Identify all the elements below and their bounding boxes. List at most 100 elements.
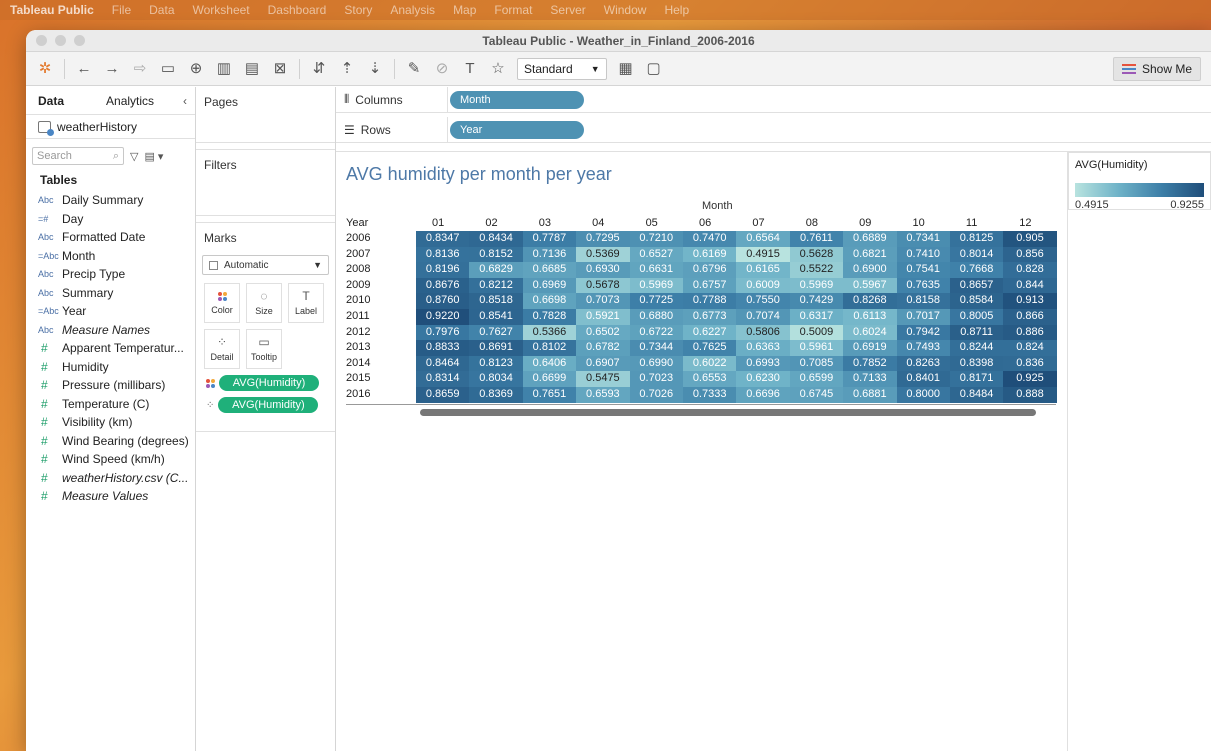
- heatmap-cell[interactable]: 0.5921: [576, 308, 630, 325]
- heatmap-cell[interactable]: 0.8659: [416, 386, 470, 403]
- datasource-item[interactable]: weatherHistory: [26, 115, 195, 139]
- heatmap-cell[interactable]: 0.7942: [896, 324, 950, 341]
- heatmap-cell[interactable]: 0.5475: [576, 371, 630, 387]
- heatmap-cell[interactable]: 0.6022: [682, 355, 737, 372]
- heatmap-cell[interactable]: 0.9220: [416, 308, 470, 325]
- menu-app-name[interactable]: Tableau Public: [10, 3, 94, 17]
- heatmap-cell[interactable]: 0.5009: [789, 324, 844, 341]
- detail-button[interactable]: ⁘ Detail: [204, 329, 240, 369]
- heatmap-cell[interactable]: 0.7341: [896, 231, 950, 247]
- menu-format[interactable]: Format: [494, 3, 532, 17]
- heatmap-cell[interactable]: 0.6699: [522, 371, 577, 387]
- heatmap-cell[interactable]: 0.6722: [629, 324, 683, 341]
- heatmap-cell[interactable]: 0.836: [1003, 355, 1057, 372]
- view-options-icon[interactable]: ▤ ▾: [144, 150, 163, 163]
- field-item[interactable]: =Abc Month: [26, 247, 195, 266]
- heatmap-cell[interactable]: 0.824: [1003, 340, 1057, 356]
- heatmap-cell[interactable]: 0.4915: [736, 246, 790, 263]
- heatmap-cell[interactable]: 0.8401: [896, 371, 950, 387]
- menu-dashboard[interactable]: Dashboard: [268, 3, 327, 17]
- heatmap-cell[interactable]: 0.925: [1003, 371, 1057, 387]
- heatmap-cell[interactable]: 0.6773: [682, 308, 737, 325]
- heatmap-cell[interactable]: 0.7541: [896, 262, 950, 278]
- filter-icon[interactable]: ▽: [130, 150, 138, 163]
- heatmap-cell[interactable]: 0.6113: [843, 308, 897, 325]
- heatmap-cell[interactable]: 0.8034: [469, 371, 523, 387]
- heatmap-cell[interactable]: 0.6696: [736, 386, 790, 403]
- menu-worksheet[interactable]: Worksheet: [193, 3, 250, 17]
- heatmap-cell[interactable]: 0.888: [1003, 386, 1057, 403]
- heatmap-cell[interactable]: 0.7787: [522, 231, 577, 247]
- heatmap-cell[interactable]: 0.8005: [949, 308, 1004, 325]
- heatmap-cell[interactable]: 0.6930: [576, 262, 630, 278]
- heatmap-cell[interactable]: 0.6502: [576, 324, 630, 341]
- heatmap-cell[interactable]: 0.6553: [682, 371, 737, 387]
- heatmap-cell[interactable]: 0.8518: [469, 293, 523, 309]
- field-item[interactable]: # Wind Speed (km/h): [26, 450, 195, 469]
- heatmap-cell[interactable]: 0.7852: [843, 355, 897, 372]
- heatmap-cell[interactable]: 0.5369: [576, 246, 630, 263]
- heatmap-cell[interactable]: 0.6165: [736, 262, 790, 278]
- heatmap-cell[interactable]: 0.8263: [896, 355, 950, 372]
- color-button[interactable]: Color: [204, 283, 240, 323]
- fit-select[interactable]: Standard ▼: [517, 57, 607, 80]
- worksheet-canvas[interactable]: AVG humidity per month per year Month Ye…: [336, 152, 1068, 751]
- heatmap-cell[interactable]: 0.5961: [789, 340, 844, 356]
- heatmap-cell[interactable]: 0.8136: [416, 246, 470, 263]
- heatmap-cell[interactable]: 0.7023: [629, 371, 683, 387]
- undo-icon[interactable]: ←: [75, 60, 93, 78]
- heatmap-cell[interactable]: 0.7210: [629, 231, 683, 247]
- heatmap-cell[interactable]: 0.6969: [522, 277, 577, 294]
- heatmap-cell[interactable]: 0.5806: [736, 324, 790, 341]
- field-item[interactable]: # weatherHistory.csv (C...: [26, 469, 195, 488]
- field-item[interactable]: =Abc Year: [26, 302, 195, 321]
- heatmap-cell[interactable]: 0.8541: [469, 308, 523, 325]
- heatmap-cell[interactable]: 0.6631: [629, 262, 683, 278]
- heatmap-cell[interactable]: 0.8691: [469, 340, 523, 356]
- heatmap-cell[interactable]: 0.7344: [629, 340, 683, 356]
- heatmap-cell[interactable]: 0.8171: [949, 371, 1004, 387]
- heatmap-cell[interactable]: 0.8314: [416, 371, 470, 387]
- heatmap-cell[interactable]: 0.6698: [522, 293, 577, 309]
- field-item[interactable]: =# Day: [26, 210, 195, 229]
- heatmap-cell[interactable]: 0.7470: [682, 231, 737, 247]
- heatmap-cell[interactable]: 0.7133: [843, 371, 897, 387]
- rows-shelf[interactable]: ☰ Rows Year: [336, 117, 1211, 143]
- horizontal-scrollbar[interactable]: [420, 408, 1036, 416]
- heatmap-cell[interactable]: 0.7410: [896, 246, 950, 263]
- heatmap-cell[interactable]: 0.6889: [843, 231, 897, 247]
- heatmap-cell[interactable]: 0.7550: [736, 293, 790, 309]
- new-worksheet-icon[interactable]: ▥: [215, 60, 233, 78]
- heatmap-cell[interactable]: 0.905: [1003, 231, 1057, 247]
- field-search-input[interactable]: Search ⌕: [32, 147, 124, 165]
- heatmap-cell[interactable]: 0.6024: [843, 324, 897, 341]
- field-item[interactable]: # Pressure (millibars): [26, 376, 195, 395]
- heatmap-cell[interactable]: 0.6599: [789, 371, 844, 387]
- heatmap-cell[interactable]: 0.8014: [949, 246, 1004, 263]
- heatmap-cell[interactable]: 0.8657: [949, 277, 1004, 294]
- field-item[interactable]: # Measure Values: [26, 487, 195, 506]
- color-legend[interactable]: AVG(Humidity) 0.4915 0.9255: [1068, 152, 1211, 211]
- heatmap-cell[interactable]: 0.5628: [789, 246, 844, 263]
- field-item[interactable]: Abc Precip Type: [26, 265, 195, 284]
- heatmap-cell[interactable]: 0.8123: [469, 355, 523, 372]
- tab-analytics[interactable]: Analytics: [76, 87, 166, 115]
- field-item[interactable]: # Temperature (C): [26, 395, 195, 414]
- tooltip-button[interactable]: ▭ Tooltip: [246, 329, 282, 369]
- field-item[interactable]: Abc Measure Names: [26, 321, 195, 340]
- heatmap-cell[interactable]: 0.8000: [896, 386, 950, 403]
- heatmap-cell[interactable]: 0.8464: [416, 355, 470, 372]
- heatmap-cell[interactable]: 0.8268: [843, 293, 897, 309]
- heatmap-cell[interactable]: 0.8584: [949, 293, 1004, 309]
- heatmap-cell[interactable]: 0.6169: [682, 246, 737, 263]
- heatmap-cell[interactable]: 0.844: [1003, 277, 1057, 294]
- highlight-icon[interactable]: ✎: [405, 60, 423, 78]
- heatmap-cell[interactable]: 0.6919: [843, 340, 897, 356]
- heatmap-cell[interactable]: 0.6685: [522, 262, 577, 278]
- heatmap-cell[interactable]: 0.8484: [949, 386, 1004, 403]
- size-button[interactable]: ◌ Size: [246, 283, 282, 323]
- heatmap-cell[interactable]: 0.8158: [896, 293, 950, 309]
- heatmap-cell[interactable]: 0.6990: [629, 355, 683, 372]
- tableau-logo-icon[interactable]: ✲: [36, 60, 54, 78]
- duplicate-sheet-icon[interactable]: ▤: [243, 60, 261, 78]
